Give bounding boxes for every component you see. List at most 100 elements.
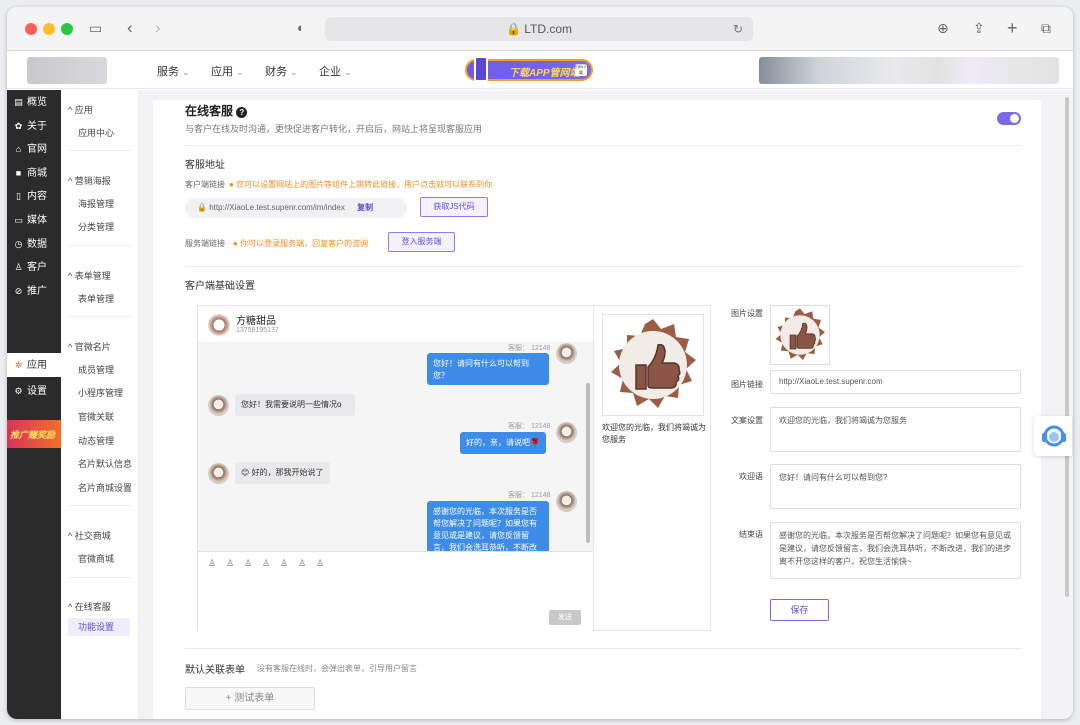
subnav-members[interactable]: 成员管理 (78, 363, 114, 376)
user-area[interactable] (759, 57, 1059, 84)
get-js-button[interactable]: 获取JS代码 (420, 197, 488, 217)
client-link-field[interactable]: 🔒 http://XiaoLe.test.supenr.com/im/index… (185, 198, 407, 218)
subnav-form-manage[interactable]: 表单管理 (78, 292, 114, 305)
qr-code-icon: 扫码下载 (575, 64, 587, 76)
nav-label: 服务 (157, 66, 179, 78)
emoji-icon[interactable]: ♙ (208, 558, 216, 569)
page-scrollbar[interactable] (1065, 97, 1069, 597)
sidebar-item-apps[interactable]: ✲ 应用 (7, 353, 61, 377)
subnav-poster-manage[interactable]: 海报管理 (78, 197, 114, 210)
section-heading-cards[interactable]: ^ 官微名片 (68, 340, 111, 353)
home-icon: ⌂ (15, 144, 22, 154)
sidebar-item-media[interactable]: ▭ 媒体 (13, 212, 47, 228)
reload-icon[interactable]: ↻ (733, 17, 743, 41)
emoji-icon[interactable]: ♙ (280, 558, 288, 569)
chevron-down-icon: ⌄ (236, 67, 244, 77)
back-icon[interactable]: ‹ (127, 18, 133, 38)
nav-finance[interactable]: 财务 ⌄ (265, 63, 298, 79)
subnav-official-shop[interactable]: 官微商城 (78, 552, 114, 565)
section-heading-label: 官微名片 (74, 342, 111, 352)
nav-label: 财务 (265, 66, 287, 78)
preview-welcome-text: 欢迎您的光临，我们将竭诚为您服务 (602, 423, 706, 444)
section-heading-online-service[interactable]: ^ 在线客服 (68, 600, 111, 613)
end-message-textarea[interactable]: 感谢您的光临，本次服务是否帮您解决了问题呢？如果您有意见或是建议，请您反馈留言，… (770, 522, 1021, 579)
section-heading-posters[interactable]: ^ 营销海报 (68, 174, 111, 187)
help-icon[interactable]: ? (236, 107, 248, 118)
address-section-title: 客服地址 (185, 160, 225, 171)
enable-toggle[interactable] (997, 112, 1021, 125)
subnav-app-center[interactable]: 应用中心 (78, 126, 114, 139)
sidebar-item-label: 关于 (27, 121, 47, 132)
sidebar-item-customers[interactable]: ♙ 客户 (13, 259, 47, 275)
sidebar-item-settings[interactable]: ⚙ 设置 (13, 383, 47, 399)
sidebar-item-promotion[interactable]: ⊘ 推广 (13, 283, 47, 299)
image-link-input[interactable]: http://XiaoLe.test.supenr.com (770, 370, 1021, 394)
add-form-button[interactable]: + 测试表单 (185, 687, 315, 710)
shop-avatar (208, 314, 230, 336)
nav-enterprise[interactable]: 企业 ⌄ (319, 63, 352, 79)
sidebar-item-label: 内容 (27, 191, 47, 202)
divider (68, 316, 132, 317)
forward-icon[interactable]: › (155, 18, 161, 38)
phone-icon (474, 56, 488, 82)
subnav-card-shop[interactable]: 名片商城设置 (78, 481, 132, 494)
divider (68, 150, 132, 151)
close-window-button[interactable] (25, 23, 37, 35)
subnav-category-manage[interactable]: 分类管理 (78, 220, 114, 233)
download-app-button[interactable]: 下载APP管网站 扫码下载 (465, 56, 593, 82)
image-picker[interactable] (770, 305, 830, 365)
emoji-icon[interactable]: ♙ (298, 558, 306, 569)
new-tab-icon[interactable]: + (1007, 18, 1018, 38)
customer-avatar (208, 463, 229, 484)
agent-avatar (556, 491, 577, 512)
copy-button[interactable]: 复制 (357, 203, 373, 212)
divider (68, 245, 132, 246)
share-icon[interactable]: ⇪ (973, 18, 985, 38)
nav-apps[interactable]: 应用 ⌄ (211, 63, 244, 79)
sidebar-item-shop[interactable]: ■ 商城 (13, 165, 47, 181)
sidebar-item-content[interactable]: ▯ 内容 (13, 188, 47, 204)
promo-banner[interactable]: 推广赚奖励 (7, 420, 61, 448)
send-button[interactable]: 发送 (549, 610, 581, 625)
promo-label: 推广赚奖励 (10, 430, 56, 440)
zoom-window-button[interactable] (61, 23, 73, 35)
download-icon[interactable]: ⊕ (937, 18, 949, 38)
divider (185, 648, 1021, 649)
shop-icon: ■ (15, 168, 22, 178)
sidebar-item-overview[interactable]: ▤ 概览 (13, 94, 47, 110)
minimize-window-button[interactable] (43, 23, 55, 35)
emoji-icon[interactable]: ♙ (226, 558, 234, 569)
subnav-miniprogram[interactable]: 小程序管理 (78, 386, 123, 399)
emoji-icon[interactable]: ♙ (244, 558, 252, 569)
address-bar[interactable]: 🔒 LTD.com ↻ (325, 17, 753, 41)
section-heading-apps[interactable]: ^ 应用 (68, 103, 93, 116)
subnav-function-settings[interactable]: 功能设置 (68, 618, 130, 636)
tabs-overview-icon[interactable]: ⧉ (1041, 18, 1051, 38)
copy-setting-textarea[interactable]: 欢迎您的光临，我们将竭诚为您服务 (770, 407, 1021, 452)
subnav-feed-manage[interactable]: 动态管理 (78, 434, 114, 447)
emoji-icon[interactable]: ♙ (262, 558, 270, 569)
logo[interactable] (27, 57, 107, 84)
chat-preview: 方糖甜品 13758195137 客服： 12148 您好！请问有什么可以帮到您… (197, 305, 711, 632)
customer-service-float-button[interactable] (1034, 416, 1072, 456)
sidebar-item-website[interactable]: ⌂ 官网 (13, 141, 47, 157)
sidebar-item-label: 应用 (27, 360, 47, 371)
section-heading-social-shop[interactable]: ^ 社交商城 (68, 529, 111, 542)
login-server-button[interactable]: 登入服务端 (388, 232, 455, 252)
chat-scrollbar[interactable] (586, 383, 590, 543)
welcome-textarea[interactable]: 您好！请问有什么可以帮到您? (770, 464, 1021, 509)
section-heading-forms[interactable]: ^ 表单管理 (68, 269, 111, 282)
nav-services[interactable]: 服务 ⌄ (157, 63, 190, 79)
copy-setting-label: 文案设置 (731, 416, 763, 425)
subnav-card-default[interactable]: 名片默认信息 (78, 457, 132, 470)
sidebar-toggle-icon[interactable]: ▭ (89, 18, 102, 38)
message-list[interactable]: 客服： 12148 您好！请问有什么可以帮到您？ 您好！我需要说明一些情况o 客… (198, 343, 593, 551)
divider (185, 266, 1021, 267)
chat-input-area[interactable]: ♙ ♙ ♙ ♙ ♙ ♙ ♙ 发送 (198, 551, 593, 632)
emoji-icon[interactable]: ♙ (316, 558, 324, 569)
sidebar-item-data[interactable]: ◷ 数据 (13, 236, 47, 252)
subnav-official-link[interactable]: 官微关联 (78, 410, 114, 423)
sidebar-item-about[interactable]: ✿ 关于 (13, 118, 47, 134)
save-button[interactable]: 保存 (770, 599, 829, 621)
shield-icon[interactable]: ◐ (297, 18, 305, 38)
